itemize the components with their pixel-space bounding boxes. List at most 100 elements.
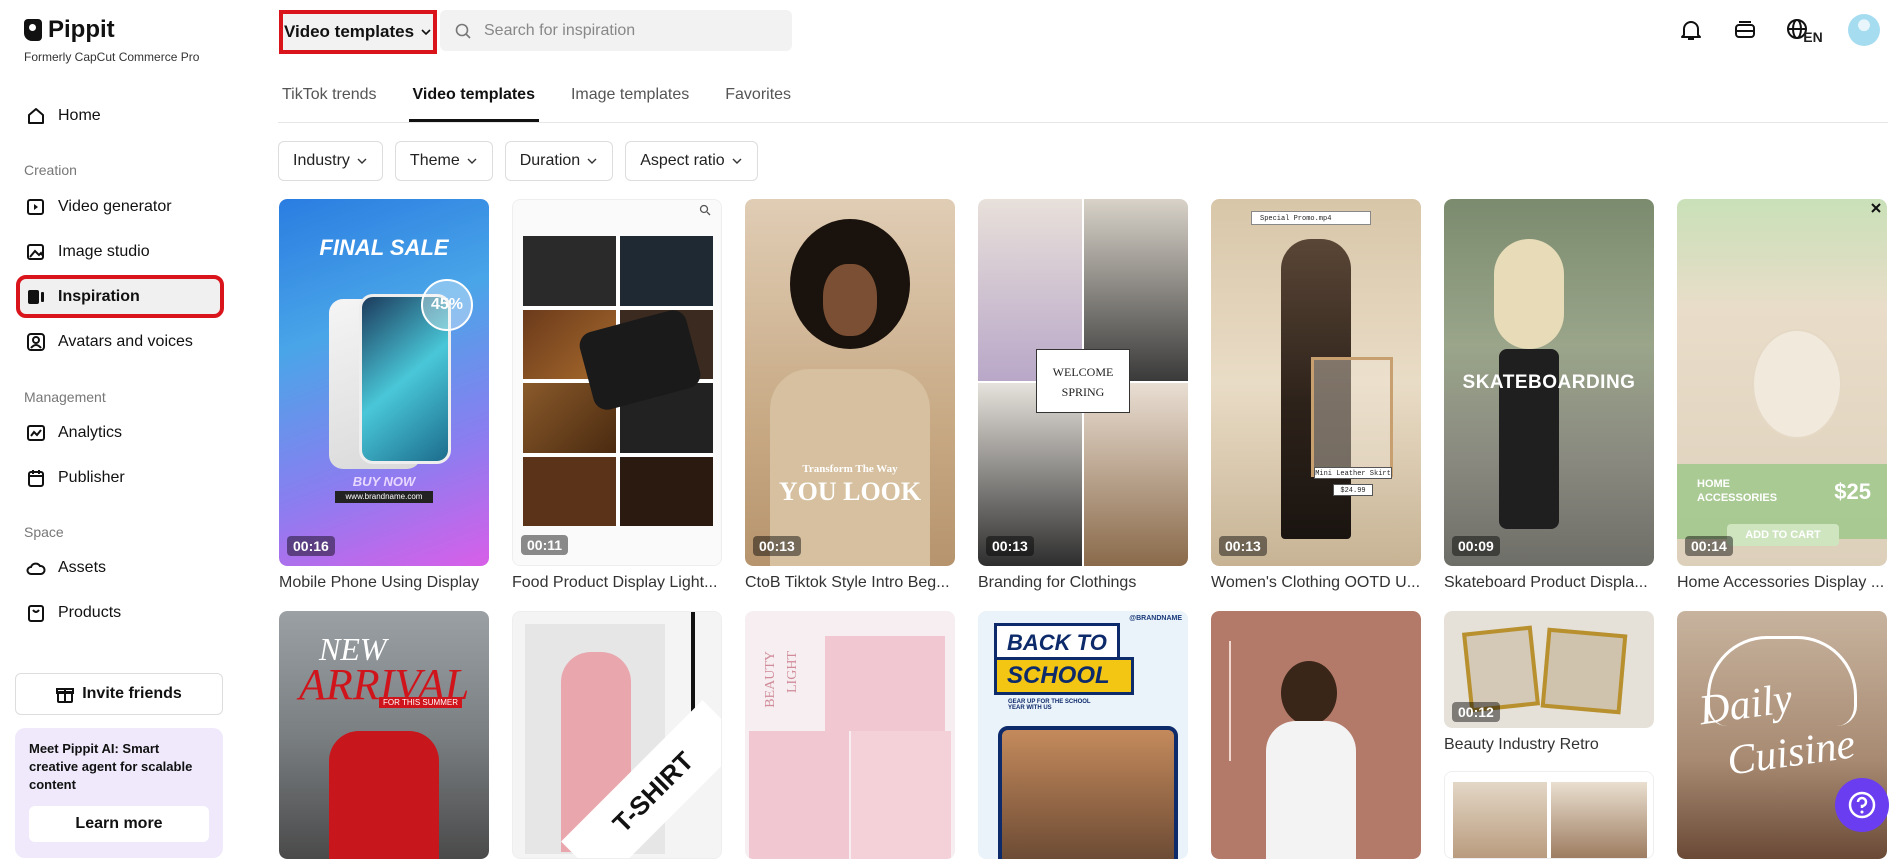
products-bag-icon [28,605,44,622]
sidebar-item-video-generator[interactable]: Video generator [20,189,220,225]
help-button[interactable] [1835,778,1889,832]
thumb-text: Mini Leather Skirt [1314,467,1392,479]
section-label-creation: Creation [24,162,77,178]
assets-cloud-icon [26,562,46,575]
user-avatar[interactable] [1848,14,1880,46]
promo-text: Meet Pippit AI: Smart creative agent for… [29,741,193,792]
hair-graphic [1281,661,1337,725]
template-thumbnail[interactable]: T-SHIRT [512,611,722,859]
template-card[interactable]: FINAL SALE 45% BUY NOW www.brandname.com… [279,199,489,566]
duration-badge: 00:14 [1685,536,1733,556]
template-title[interactable]: Beauty Industry Retro [1444,736,1654,754]
template-thumbnail[interactable]: @BRANDNAME BACK TO SCHOOL GEAR UP FOR TH… [978,611,1188,859]
invite-friends-button[interactable]: Invite friends [15,673,223,715]
template-thumbnail[interactable]: 00:11 [512,199,722,566]
template-title[interactable]: Mobile Phone Using Display [279,574,489,592]
template-thumbnail[interactable] [1444,771,1654,859]
template-card[interactable]: 00:12 [1444,611,1654,728]
template-card[interactable]: BEAUTY LIGHT [745,611,955,859]
chevron-down-icon [732,158,742,164]
template-title[interactable]: Skateboard Product Displa... [1444,574,1654,592]
cloud-outline [1707,636,1857,726]
template-card[interactable]: WELCOME SPRING 00:13 [978,199,1188,566]
section-label-management: Management [24,389,106,405]
notifications-bell-icon[interactable] [1676,15,1706,45]
template-thumbnail[interactable]: SKATEBOARDING 00:09 [1444,199,1654,566]
filter-label: Industry [293,152,350,169]
template-thumbnail[interactable]: Special Promo.mp4 Mini Leather Skirt $24… [1211,199,1421,566]
template-thumbnail[interactable] [1211,611,1421,859]
template-title[interactable]: Home Accessories Display ... [1677,574,1887,592]
template-card[interactable]: 00:11 [512,199,722,566]
logo[interactable]: Pippit [24,16,115,44]
calendar-icon [28,470,44,487]
template-title[interactable]: Food Product Display Light... [512,574,722,592]
language-globe-icon[interactable]: EN [1784,15,1824,45]
sidebar-item-inspiration[interactable]: Inspiration [16,275,224,318]
sidebar-item-products[interactable]: Products [20,595,220,631]
template-thumbnail[interactable]: HOME ACCESSORIES $25 ADD TO CART 00:14 [1677,199,1887,566]
face-graphic [823,264,877,336]
thumb-text: Transform The Way [802,463,898,475]
filter-theme[interactable]: Theme [394,141,493,181]
section-label-space: Space [24,524,64,540]
video-generator-icon [27,199,44,215]
template-card[interactable] [1211,611,1421,859]
sidebar-item-label: Inspiration [58,287,140,305]
template-card[interactable]: SKATEBOARDING 00:09 [1444,199,1654,566]
tab-video-templates[interactable]: Video templates [408,82,539,122]
sidebar-item-home[interactable]: Home [20,98,220,134]
thumb-text: @BRANDNAME [1129,615,1182,622]
filter-industry[interactable]: Industry [278,141,383,181]
sidebar-item-publisher[interactable]: Publisher [20,460,220,496]
duration-badge: 00:13 [986,536,1034,556]
sidebar-item-avatars-voices[interactable]: Avatars and voices [20,324,220,360]
add-to-cart-graphic: ADD TO CART [1727,524,1839,546]
sidebar-item-analytics[interactable]: Analytics [20,415,220,451]
template-thumbnail[interactable]: FINAL SALE 45% BUY NOW www.brandname.com… [279,199,489,566]
template-card[interactable]: HOME ACCESSORIES $25 ADD TO CART 00:14 [1677,199,1887,566]
sidebar-item-label: Analytics [58,424,123,441]
tab-image-templates[interactable]: Image templates [567,82,693,122]
template-title[interactable]: Women's Clothing OOTD U... [1211,574,1421,592]
template-type-dropdown[interactable]: Video templates [279,10,437,54]
search-input[interactable] [484,21,774,40]
thumb-text: SPRING [1061,385,1105,399]
pippit-logo-icon [24,19,42,41]
thumb-text: $25 [1834,479,1871,504]
template-title[interactable]: Branding for Clothings [978,574,1188,592]
thumb-text: Special Promo.mp4 [1251,211,1371,225]
analytics-icon [27,425,45,441]
template-card[interactable]: NEW ARRIVAL FOR THIS SUMMER [279,611,489,859]
template-thumbnail[interactable]: Transform The Way YOU LOOK 00:13 [745,199,955,566]
sidebar-item-image-studio[interactable]: Image studio [20,234,220,270]
duration-badge: 00:13 [753,536,801,556]
learn-more-button[interactable]: Learn more [29,806,209,842]
thumb-text: LIGHT [785,651,800,693]
template-thumbnail[interactable]: 00:12 [1444,611,1654,728]
close-icon[interactable] [1869,201,1883,215]
vase-graphic [1752,329,1842,439]
tab-favorites[interactable]: Favorites [721,82,795,122]
filter-duration[interactable]: Duration [504,141,614,181]
search-icon [455,23,471,39]
template-card[interactable]: Special Promo.mp4 Mini Leather Skirt $24… [1211,199,1421,566]
tab-tiktok-trends[interactable]: TikTok trends [278,82,381,122]
sidebar-item-assets[interactable]: Assets [20,550,220,586]
home-icon [28,108,44,124]
thumb-text: SKATEBOARDING [1462,372,1636,393]
template-title[interactable]: CtoB Tiktok Style Intro Beg... [745,574,955,592]
filter-aspect-ratio[interactable]: Aspect ratio [625,141,758,181]
template-card[interactable]: Transform The Way YOU LOOK 00:13 [745,199,955,566]
template-thumbnail[interactable]: BEAUTY LIGHT [745,611,955,859]
student-photo [998,726,1178,859]
template-card[interactable]: T-SHIRT [512,611,722,859]
template-thumbnail[interactable]: WELCOME SPRING 00:13 [978,199,1188,566]
template-card[interactable] [1444,771,1654,859]
sidebar-item-label: Video generator [58,198,172,215]
stack-layers-icon[interactable] [1730,15,1760,45]
template-card[interactable]: @BRANDNAME BACK TO SCHOOL GEAR UP FOR TH… [978,611,1188,859]
filter-bar: Industry Theme Duration Aspect ratio [278,141,758,181]
template-thumbnail[interactable]: NEW ARRIVAL FOR THIS SUMMER [279,611,489,859]
help-question-icon [1848,791,1876,819]
